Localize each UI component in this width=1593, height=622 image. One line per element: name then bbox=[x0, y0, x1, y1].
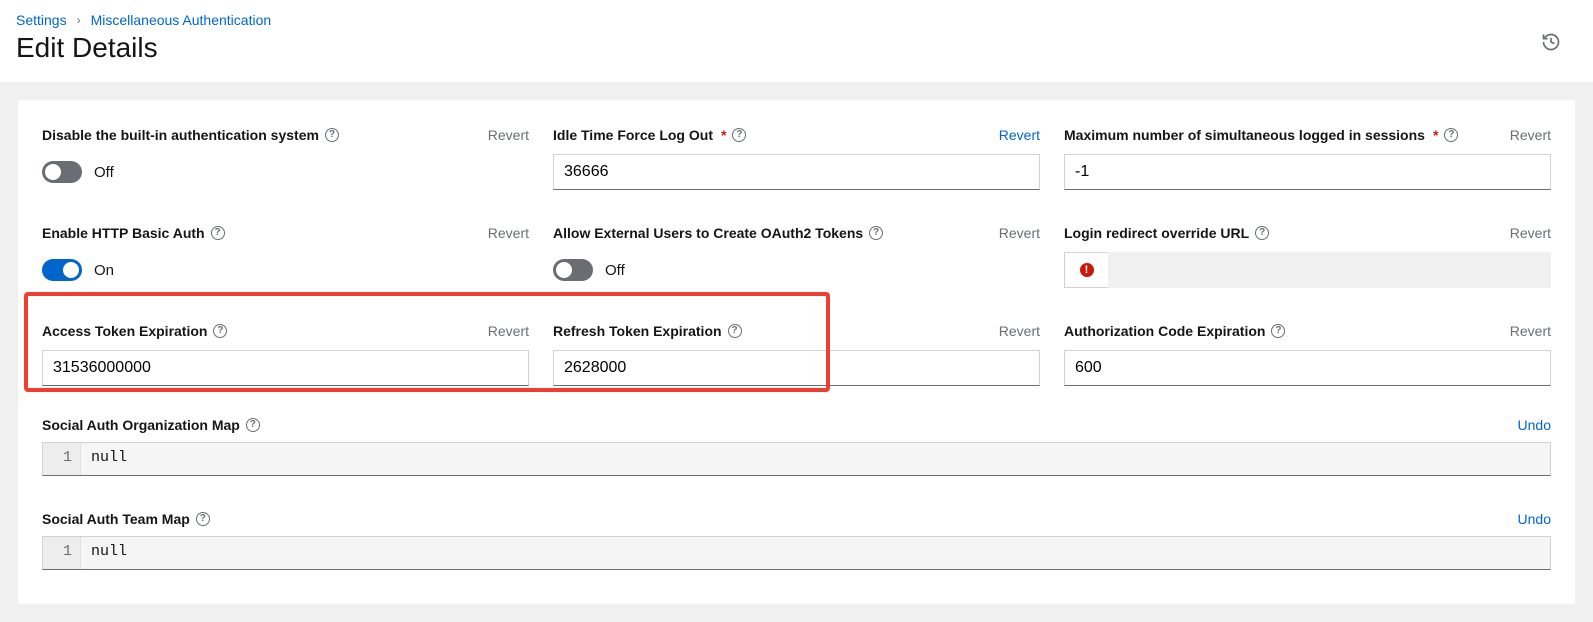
field-label: Allow External Users to Create OAuth2 To… bbox=[553, 225, 863, 241]
help-icon[interactable]: ? bbox=[732, 128, 746, 142]
code-body[interactable]: null bbox=[81, 443, 1550, 475]
toggle-state: Off bbox=[605, 262, 625, 279]
help-icon[interactable]: ? bbox=[196, 512, 210, 526]
undo-button[interactable]: Undo bbox=[1518, 417, 1551, 433]
login-redirect-input[interactable]: ! bbox=[1064, 252, 1551, 288]
field-label: Authorization Code Expiration bbox=[1064, 323, 1265, 339]
revert-button[interactable]: Revert bbox=[999, 323, 1040, 339]
help-icon[interactable]: ? bbox=[728, 324, 742, 338]
revert-button[interactable]: Revert bbox=[488, 225, 529, 241]
warning-icon: ! bbox=[1080, 263, 1094, 277]
auth-code-input[interactable] bbox=[1064, 350, 1551, 386]
code-gutter: 1 bbox=[43, 537, 81, 569]
help-icon[interactable]: ? bbox=[1255, 226, 1269, 240]
breadcrumb-settings[interactable]: Settings bbox=[16, 12, 67, 28]
code-body[interactable]: null bbox=[81, 537, 1550, 569]
field-label: Refresh Token Expiration bbox=[553, 323, 722, 339]
history-button[interactable] bbox=[1539, 30, 1563, 54]
field-max-sessions: Maximum number of simultaneous logged in… bbox=[1064, 124, 1551, 190]
field-refresh-token: Refresh Token Expiration ? Revert bbox=[553, 320, 1040, 386]
revert-button[interactable]: Revert bbox=[1510, 225, 1551, 241]
revert-button[interactable]: Revert bbox=[488, 323, 529, 339]
toggle-disable-auth[interactable] bbox=[42, 161, 82, 183]
field-allow-external: Allow External Users to Create OAuth2 To… bbox=[553, 222, 1040, 288]
settings-card: Disable the built-in authentication syst… bbox=[18, 100, 1575, 604]
field-auth-code: Authorization Code Expiration ? Revert bbox=[1064, 320, 1551, 386]
help-icon[interactable]: ? bbox=[869, 226, 883, 240]
help-icon[interactable]: ? bbox=[246, 418, 260, 432]
toggle-allow-external[interactable] bbox=[553, 259, 593, 281]
team-map-editor[interactable]: 1 null bbox=[42, 536, 1551, 570]
page-title: Edit Details bbox=[16, 32, 1577, 64]
field-label: Enable HTTP Basic Auth bbox=[42, 225, 205, 241]
field-label: Access Token Expiration bbox=[42, 323, 207, 339]
required-icon: * bbox=[721, 127, 726, 143]
field-label: Social Auth Organization Map bbox=[42, 417, 240, 433]
toggle-state: Off bbox=[94, 164, 114, 181]
breadcrumb-misc-auth[interactable]: Miscellaneous Authentication bbox=[91, 12, 272, 28]
revert-button[interactable]: Revert bbox=[999, 225, 1040, 241]
revert-button[interactable]: Revert bbox=[488, 127, 529, 143]
help-icon[interactable]: ? bbox=[325, 128, 339, 142]
toggle-state: On bbox=[94, 262, 114, 279]
help-icon[interactable]: ? bbox=[213, 324, 227, 338]
field-access-token: Access Token Expiration ? Revert bbox=[42, 320, 529, 386]
revert-button[interactable]: Revert bbox=[1510, 323, 1551, 339]
code-gutter: 1 bbox=[43, 443, 81, 475]
max-sessions-input[interactable] bbox=[1064, 154, 1551, 190]
help-icon[interactable]: ? bbox=[1271, 324, 1285, 338]
breadcrumb: Settings › Miscellaneous Authentication bbox=[16, 12, 1577, 28]
field-http-basic: Enable HTTP Basic Auth ? Revert On bbox=[42, 222, 529, 288]
refresh-token-input[interactable] bbox=[553, 350, 1040, 386]
field-org-map: Social Auth Organization Map ? Undo 1 nu… bbox=[42, 414, 1551, 476]
field-label: Maximum number of simultaneous logged in… bbox=[1064, 127, 1425, 143]
org-map-editor[interactable]: 1 null bbox=[42, 442, 1551, 476]
page-header: Settings › Miscellaneous Authentication … bbox=[0, 0, 1593, 82]
field-label: Social Auth Team Map bbox=[42, 511, 190, 527]
field-label: Disable the built-in authentication syst… bbox=[42, 127, 319, 143]
toggle-http-basic[interactable] bbox=[42, 259, 82, 281]
revert-button[interactable]: Revert bbox=[1510, 127, 1551, 143]
undo-button[interactable]: Undo bbox=[1518, 511, 1551, 527]
field-idle-time: Idle Time Force Log Out * ? Revert bbox=[553, 124, 1040, 190]
required-icon: * bbox=[1433, 127, 1438, 143]
idle-time-input[interactable] bbox=[553, 154, 1040, 190]
help-icon[interactable]: ? bbox=[211, 226, 225, 240]
revert-button[interactable]: Revert bbox=[999, 127, 1040, 143]
field-login-redirect: Login redirect override URL ? Revert ! bbox=[1064, 222, 1551, 288]
field-label: Idle Time Force Log Out bbox=[553, 127, 713, 143]
field-label: Login redirect override URL bbox=[1064, 225, 1249, 241]
field-disable-builtin-auth: Disable the built-in authentication syst… bbox=[42, 124, 529, 190]
access-token-input[interactable] bbox=[42, 350, 529, 386]
field-team-map: Social Auth Team Map ? Undo 1 null bbox=[42, 508, 1551, 570]
chevron-right-icon: › bbox=[77, 13, 81, 27]
history-icon bbox=[1541, 32, 1561, 52]
help-icon[interactable]: ? bbox=[1444, 128, 1458, 142]
